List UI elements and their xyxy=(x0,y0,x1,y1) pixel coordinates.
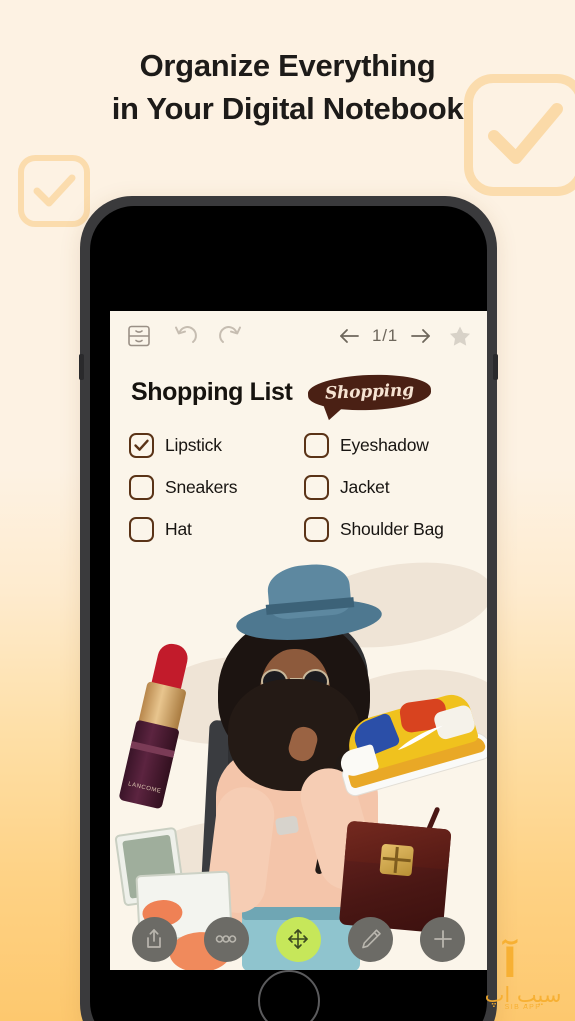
app-bottom-bar xyxy=(110,908,487,970)
collage-area[interactable]: LANCOME xyxy=(110,550,487,970)
checklist-item[interactable]: Lipstick xyxy=(129,427,304,464)
checklist-item[interactable]: Jacket xyxy=(304,469,487,506)
more-button[interactable] xyxy=(203,916,249,962)
phone-mockup: 1/1 Shopping List Shopping Lipstick Eyes… xyxy=(79,196,498,1021)
checklist-item[interactable]: Shoulder Bag xyxy=(304,511,487,548)
checkbox-unchecked[interactable] xyxy=(304,475,329,500)
checkbox-checked[interactable] xyxy=(129,433,154,458)
checklist-item[interactable]: Sneakers xyxy=(129,469,304,506)
share-icon xyxy=(147,929,161,948)
app-screen: 1/1 Shopping List Shopping Lipstick Eyes… xyxy=(110,311,487,970)
checklist-item[interactable]: Eyeshadow xyxy=(304,427,487,464)
note-title[interactable]: Shopping List xyxy=(131,378,293,407)
watermark-glyph: آ xyxy=(503,941,517,987)
move-arrows-icon xyxy=(288,929,309,949)
watermark-subtext: SIB APP xyxy=(504,1004,542,1011)
checkbox-unchecked[interactable] xyxy=(304,517,329,542)
file-drawer-icon[interactable] xyxy=(126,323,152,349)
handbag-clasp xyxy=(379,843,414,877)
plus-icon xyxy=(433,930,452,948)
add-button[interactable] xyxy=(420,916,466,962)
check-mark-icon xyxy=(134,439,149,451)
checklist-item-label: Eyeshadow xyxy=(340,435,429,455)
checklist: Lipstick Eyeshadow Sneakers Jacket Hat S… xyxy=(110,415,487,548)
undo-icon[interactable] xyxy=(172,323,198,349)
page-indicator: 1/1 xyxy=(371,326,398,345)
headline-line-1: Organize Everything xyxy=(139,48,436,83)
checklist-item-label: Hat xyxy=(165,519,192,539)
arrow-left-icon[interactable] xyxy=(337,323,363,349)
redo-icon[interactable] xyxy=(218,323,244,349)
checklist-item-label: Jacket xyxy=(340,477,390,497)
checkbox-unchecked[interactable] xyxy=(304,433,329,458)
wristwatch xyxy=(274,815,300,836)
pencil-icon xyxy=(361,929,381,949)
fedora-hat xyxy=(234,561,384,646)
star-icon[interactable] xyxy=(447,323,473,349)
edit-button[interactable] xyxy=(348,916,394,962)
note-canvas[interactable]: Shopping List Shopping Lipstick Eyeshado… xyxy=(110,361,487,970)
watermark-logo: آ سیب اپ SIB APP xyxy=(473,941,571,1015)
lipstick-body xyxy=(118,719,180,810)
checkbox-unchecked[interactable] xyxy=(129,475,154,500)
toolbar-right-group: 1/1 xyxy=(337,323,487,349)
page-headline: Organize Everything in Your Digital Note… xyxy=(0,44,575,131)
decorative-checkbox-left xyxy=(18,155,90,227)
move-button[interactable] xyxy=(275,916,321,962)
note-title-row: Shopping List Shopping xyxy=(110,369,487,415)
checkbox-unchecked[interactable] xyxy=(129,517,154,542)
share-button[interactable] xyxy=(131,916,177,962)
headline-line-2: in Your Digital Notebook xyxy=(111,91,464,127)
arrow-right-icon[interactable] xyxy=(407,323,433,349)
phone-side-button-left xyxy=(79,354,84,380)
phone-screen-bezel: 1/1 Shopping List Shopping Lipstick Eyes… xyxy=(90,206,487,1021)
check-mark-icon xyxy=(33,174,76,207)
phone-side-button-right xyxy=(493,354,498,380)
checklist-item-label: Shoulder Bag xyxy=(340,519,444,539)
home-button[interactable] xyxy=(257,970,320,1021)
toolbar-left-group xyxy=(110,323,244,349)
app-toolbar: 1/1 xyxy=(110,311,487,361)
more-dots-icon xyxy=(215,935,237,943)
checklist-item-label: Sneakers xyxy=(165,477,238,497)
checklist-item-label: Lipstick xyxy=(165,435,222,455)
shopping-sticker[interactable]: Shopping xyxy=(307,372,432,412)
checklist-item[interactable]: Hat xyxy=(129,511,304,548)
